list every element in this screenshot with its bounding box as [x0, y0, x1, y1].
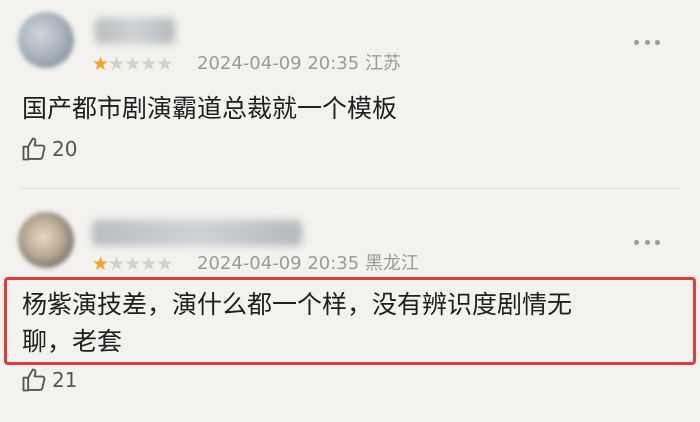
more-options-icon[interactable]	[634, 240, 660, 246]
username-blurred[interactable]	[92, 220, 302, 246]
highlight-box	[4, 277, 696, 365]
username-blurred[interactable]	[95, 18, 175, 44]
star-empty-icon: ★	[140, 253, 157, 275]
more-options-icon[interactable]	[634, 40, 660, 46]
comment-location: 江苏	[364, 53, 401, 74]
like-count: 20	[52, 137, 78, 161]
comment-datetime: 2024-04-09 20:35	[197, 53, 360, 74]
like-button[interactable]: 21	[20, 366, 77, 394]
star-empty-icon: ★	[156, 253, 173, 275]
divider	[20, 188, 680, 189]
star-empty-icon: ★	[124, 53, 141, 75]
star-filled-icon: ★	[92, 253, 109, 275]
star-empty-icon: ★	[156, 53, 173, 75]
rating-stars: ★★★★★	[92, 253, 173, 275]
like-button[interactable]: 20	[20, 135, 77, 163]
star-filled-icon: ★	[92, 53, 109, 75]
comment-datetime: 2024-04-09 20:35	[197, 253, 360, 274]
thumbs-up-icon	[22, 368, 46, 392]
comment-text: 国产都市剧演霸道总裁就一个模板	[22, 94, 398, 123]
like-count: 21	[52, 368, 78, 392]
avatar[interactable]	[18, 212, 74, 268]
comment-meta: 2024-04-09 20:35 黑龙江	[197, 253, 419, 275]
rating-stars: ★★★★★	[92, 53, 173, 75]
comment-location: 黑龙江	[364, 253, 419, 274]
star-empty-icon: ★	[108, 53, 125, 75]
avatar[interactable]	[18, 12, 74, 68]
comment-meta: 2024-04-09 20:35 江苏	[197, 53, 401, 75]
star-empty-icon: ★	[124, 253, 141, 275]
thumbs-up-icon	[22, 137, 46, 161]
star-empty-icon: ★	[108, 253, 125, 275]
comment-item: ★★★★★ 2024-04-09 20:35 江苏 国产都市剧演霸道总裁就一个模…	[0, 0, 700, 190]
star-empty-icon: ★	[140, 53, 157, 75]
